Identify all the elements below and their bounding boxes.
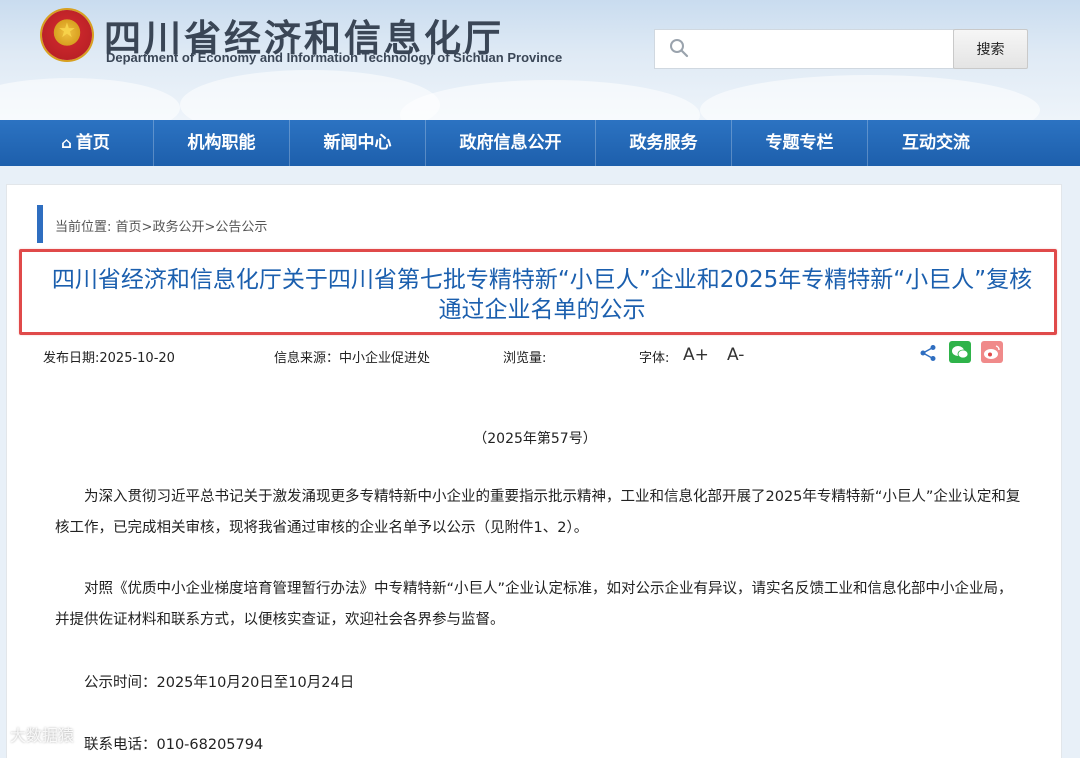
breadcrumb-separator: > bbox=[141, 220, 153, 235]
nav-item-home[interactable]: ⌂ 首页 bbox=[18, 120, 154, 166]
nav-item-topics[interactable]: 专题专栏 bbox=[732, 120, 868, 166]
watermark: 大数据猿 bbox=[10, 726, 75, 745]
views-label: 浏览量: bbox=[503, 351, 547, 366]
site-header: ★ 四川省经济和信息化厅 Department of Economy and I… bbox=[0, 0, 1080, 120]
weibo-share-icon[interactable] bbox=[981, 341, 1003, 363]
nav-item-functions[interactable]: 机构职能 bbox=[154, 120, 290, 166]
home-icon: ⌂ bbox=[61, 134, 72, 152]
font-size-label: 字体: bbox=[639, 351, 670, 366]
nav-item-label: 首页 bbox=[75, 133, 110, 153]
site-subtitle: Department of Economy and Information Te… bbox=[106, 50, 563, 65]
breadcrumb: 当前位置: 首页>政务公开>公告公示 bbox=[55, 216, 267, 235]
search-box bbox=[654, 29, 954, 69]
publish-date: 发布日期:2025-10-20 bbox=[43, 351, 175, 366]
breadcrumb-separator: > bbox=[204, 220, 216, 235]
breadcrumb-prefix: 当前位置: bbox=[55, 220, 112, 235]
search-input[interactable] bbox=[699, 36, 939, 64]
national-emblem-icon[interactable]: ★ bbox=[42, 10, 92, 60]
article-title: 四川省经济和信息化厅关于四川省第七批专精特新“小巨人”企业和2025年专精特新“… bbox=[51, 267, 1033, 323]
cloud-decoration bbox=[400, 80, 700, 120]
breadcrumb-link-gov-open[interactable]: 政务公开 bbox=[152, 220, 204, 235]
article-paragraph: 为深入贯彻习近平总书记关于激发涌现更多专精特新中小企业的重要指示批示精神，工业和… bbox=[55, 489, 1021, 536]
nav-item-interaction[interactable]: 互动交流 bbox=[868, 120, 1004, 166]
font-increase-button[interactable]: A+ bbox=[683, 345, 709, 365]
main-nav: ⌂ 首页 机构职能 新闻中心 政府信息公开 政务服务 专题专栏 互动交流 bbox=[0, 120, 1080, 166]
document-number: （2025年第57号） bbox=[473, 431, 597, 447]
article-paragraph: 对照《优质中小企业梯度培育管理暂行办法》中专精特新“小巨人”企业认定标准，如对公… bbox=[55, 581, 1013, 628]
nav-item-news[interactable]: 新闻中心 bbox=[290, 120, 426, 166]
nav-item-gov-info[interactable]: 政府信息公开 bbox=[426, 120, 596, 166]
contact-phone: 联系电话：010-68205794 bbox=[84, 737, 264, 753]
cloud-decoration bbox=[0, 78, 180, 120]
breadcrumb-bar bbox=[37, 205, 43, 243]
title-highlight-box: 四川省经济和信息化厅关于四川省第七批专精特新“小巨人”企业和2025年专精特新“… bbox=[19, 249, 1057, 335]
cloud-decoration bbox=[700, 75, 1040, 120]
wechat-share-icon[interactable] bbox=[949, 341, 971, 363]
nav-item-services[interactable]: 政务服务 bbox=[596, 120, 732, 166]
breadcrumb-link-notices[interactable]: 公告公示 bbox=[215, 220, 267, 235]
publicity-period: 公示时间：2025年10月20日至10月24日 bbox=[84, 675, 355, 691]
info-source: 信息来源：中小企业促进处 bbox=[274, 351, 431, 366]
article-card: 当前位置: 首页>政务公开>公告公示 四川省经济和信息化厅关于四川省第七批专精特… bbox=[6, 184, 1062, 758]
search-button[interactable]: 搜索 bbox=[953, 29, 1028, 69]
font-decrease-button[interactable]: A- bbox=[727, 345, 744, 365]
share-icon[interactable] bbox=[919, 344, 937, 362]
search-icon bbox=[670, 39, 689, 58]
breadcrumb-link-home[interactable]: 首页 bbox=[116, 220, 142, 235]
